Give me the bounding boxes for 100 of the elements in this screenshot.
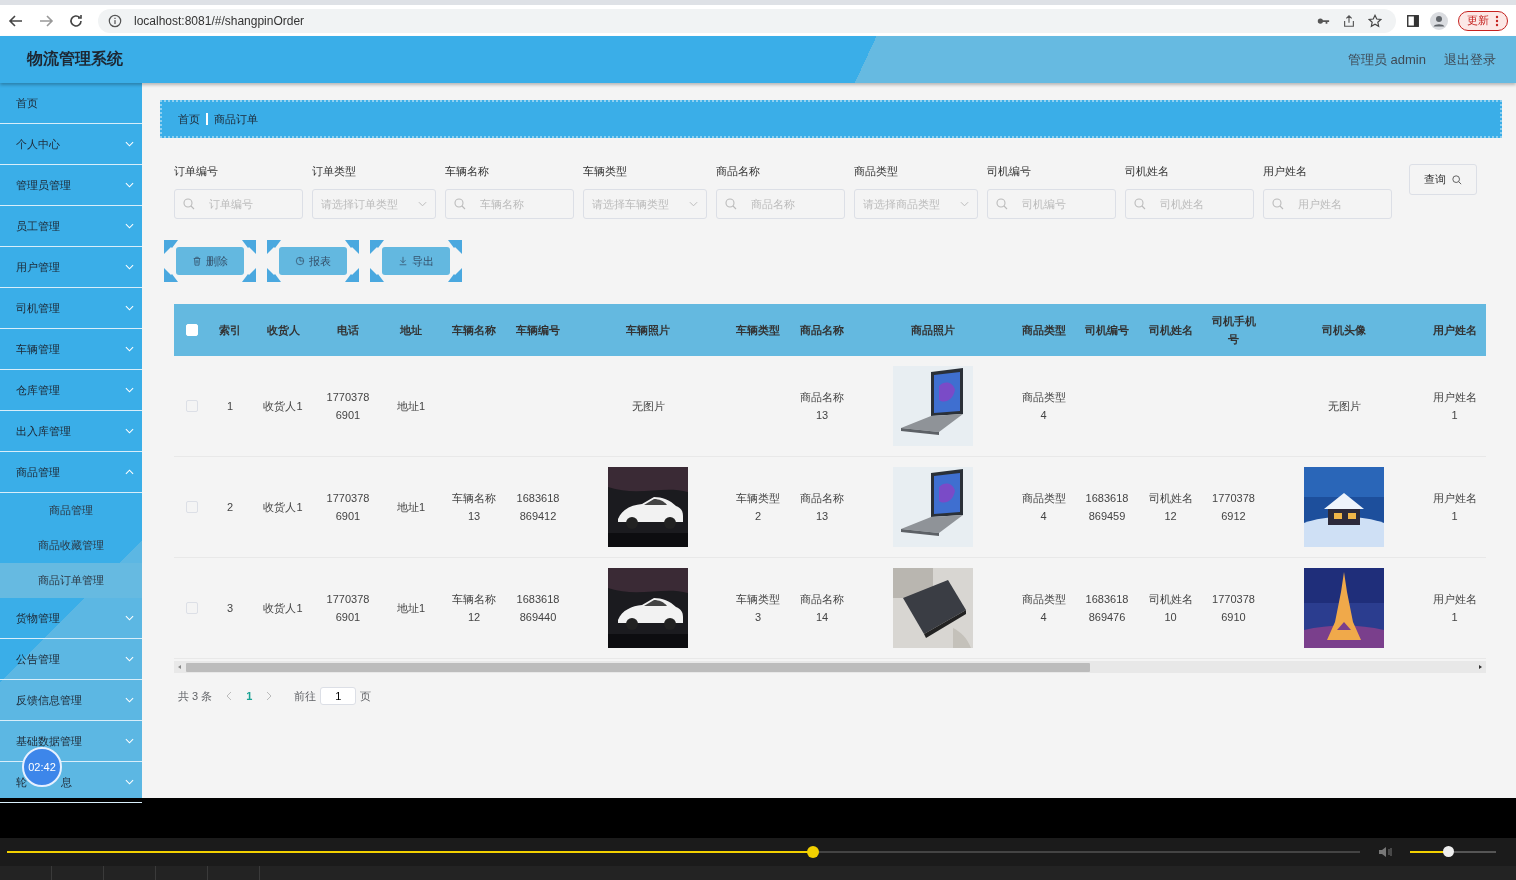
progress-thumb[interactable] bbox=[807, 846, 820, 858]
table-cell-text: 1683618869459 bbox=[1084, 491, 1130, 524]
column-header: 车辆类型 bbox=[736, 323, 780, 338]
filter-label: 司机编号 bbox=[987, 164, 1032, 179]
table-cell-text: 车辆名称13 bbox=[451, 491, 497, 524]
table-cell-text: 2 bbox=[226, 500, 234, 515]
table-cell-text: 17703786910 bbox=[1211, 592, 1256, 625]
more-icon[interactable] bbox=[1495, 14, 1499, 27]
search-icon bbox=[1452, 174, 1462, 185]
forward-icon[interactable] bbox=[38, 12, 54, 29]
filter-label: 商品类型 bbox=[854, 164, 899, 179]
table-cell-text: 地址1 bbox=[396, 601, 426, 616]
breadcrumb-item[interactable]: 首页 bbox=[178, 111, 200, 127]
caret-icon bbox=[418, 201, 427, 207]
update-button[interactable]: 更新 bbox=[1458, 10, 1508, 31]
chevron-icon bbox=[125, 469, 134, 475]
search-icon bbox=[1134, 198, 1146, 210]
sidebar-subitem[interactable]: 商品管理 bbox=[0, 493, 142, 528]
table-cell-text: 司机姓名12 bbox=[1147, 491, 1194, 524]
search-icon bbox=[1272, 198, 1284, 210]
back-icon[interactable] bbox=[8, 12, 24, 29]
profile-icon[interactable] bbox=[1430, 11, 1448, 30]
goto-label: 前往 bbox=[294, 688, 317, 704]
filter-label: 车辆名称 bbox=[445, 164, 490, 179]
table-cell-text: 1 bbox=[226, 399, 234, 414]
search-icon bbox=[183, 198, 195, 210]
report-button[interactable]: 报表 bbox=[279, 247, 347, 275]
share-icon[interactable] bbox=[1342, 13, 1356, 28]
select-all-checkbox[interactable] bbox=[186, 324, 198, 336]
scroll-left-icon[interactable] bbox=[177, 664, 183, 670]
table-cell-text: 用户姓名1 bbox=[1431, 390, 1478, 423]
column-header: 索引 bbox=[219, 323, 241, 338]
chevron-icon bbox=[125, 697, 134, 703]
column-header: 商品类型 bbox=[1021, 323, 1066, 338]
search-button[interactable]: 查询 bbox=[1409, 164, 1477, 195]
download-icon bbox=[398, 256, 408, 266]
table-cell-text: 商品名称13 bbox=[799, 491, 845, 524]
table-cell-text: 商品类型4 bbox=[1020, 390, 1067, 423]
volume-icon[interactable] bbox=[1378, 845, 1394, 859]
table-cell-text: 用户姓名1 bbox=[1431, 491, 1478, 524]
caret-icon bbox=[689, 201, 698, 207]
table-cell-text: 用户姓名1 bbox=[1431, 592, 1478, 625]
table-cell-text: 车辆名称12 bbox=[451, 592, 497, 625]
column-header: 商品照片 bbox=[911, 323, 955, 338]
column-header: 车辆编号 bbox=[516, 323, 560, 338]
table-cell-text: 商品类型4 bbox=[1020, 491, 1067, 524]
filter-label: 商品名称 bbox=[716, 164, 761, 179]
column-header: 商品名称 bbox=[800, 323, 844, 338]
row-checkbox[interactable] bbox=[186, 400, 198, 412]
chevron-icon bbox=[125, 182, 134, 188]
table-cell-text: 1683618869440 bbox=[515, 592, 561, 625]
filter-label: 订单编号 bbox=[174, 164, 219, 179]
app-title: 物流管理系统 bbox=[27, 49, 123, 69]
table-cell-text: 商品名称14 bbox=[799, 592, 845, 625]
page-input[interactable]: 1 bbox=[320, 687, 357, 705]
table-cell-text: 1683618869412 bbox=[515, 491, 561, 524]
table-cell-text: 司机姓名10 bbox=[1147, 592, 1194, 625]
column-header: 司机编号 bbox=[1085, 323, 1129, 338]
scroll-right-icon[interactable] bbox=[1477, 664, 1483, 670]
column-header: 司机姓名 bbox=[1148, 323, 1193, 338]
chevron-icon bbox=[125, 346, 134, 352]
column-header: 用户姓名 bbox=[1432, 323, 1477, 338]
table-cell-text: 17703786901 bbox=[325, 491, 371, 524]
reload-icon[interactable] bbox=[68, 12, 84, 29]
total-count: 共 3 条 bbox=[178, 688, 213, 704]
table-cell-text: 无图片 bbox=[631, 399, 665, 414]
pie-chart-icon bbox=[295, 256, 305, 266]
table-cell-text: 17703786901 bbox=[325, 592, 371, 625]
delete-button[interactable]: 删除 bbox=[176, 247, 244, 275]
logout-link[interactable]: 退出登录 bbox=[1444, 50, 1496, 69]
star-icon[interactable] bbox=[1368, 13, 1382, 28]
side-panel-icon[interactable] bbox=[1406, 13, 1420, 28]
table-cell-text: 车辆类型2 bbox=[735, 491, 781, 524]
chevron-icon bbox=[125, 223, 134, 229]
info-icon bbox=[108, 13, 122, 28]
volume-thumb[interactable] bbox=[1443, 846, 1455, 857]
chevron-icon bbox=[125, 738, 134, 744]
table-cell-text: 17703786912 bbox=[1211, 491, 1256, 524]
table-cell-text: 商品类型4 bbox=[1020, 592, 1067, 625]
table-cell-text: 17703786901 bbox=[325, 390, 371, 423]
table-cell-text: 商品名称13 bbox=[799, 390, 845, 423]
horizontal-scrollbar[interactable] bbox=[174, 661, 1486, 673]
chevron-icon bbox=[125, 615, 134, 621]
row-checkbox[interactable] bbox=[186, 602, 198, 614]
address-bar[interactable]: localhost:8081/#/shangpinOrder bbox=[98, 8, 1396, 33]
row-checkbox[interactable] bbox=[186, 501, 198, 513]
column-header: 地址 bbox=[400, 323, 422, 338]
sidebar-subitem[interactable]: 商品收藏管理 bbox=[0, 528, 142, 563]
table-cell-text: 收货人1 bbox=[263, 500, 303, 515]
table-cell-text: 无图片 bbox=[1327, 399, 1361, 414]
caret-icon bbox=[960, 201, 969, 207]
chevron-icon bbox=[125, 264, 134, 270]
chevron-icon bbox=[125, 779, 134, 785]
column-header: 司机手机号 bbox=[1210, 314, 1257, 347]
export-button[interactable]: 导出 bbox=[382, 247, 450, 275]
sidebar-subitem[interactable]: 商品订单管理 bbox=[0, 563, 142, 598]
table-cell-text: 收货人1 bbox=[263, 399, 303, 414]
column-header: 司机头像 bbox=[1322, 323, 1366, 338]
chevron-icon bbox=[125, 428, 134, 434]
breadcrumb-item[interactable]: 商品订单 bbox=[214, 111, 258, 127]
